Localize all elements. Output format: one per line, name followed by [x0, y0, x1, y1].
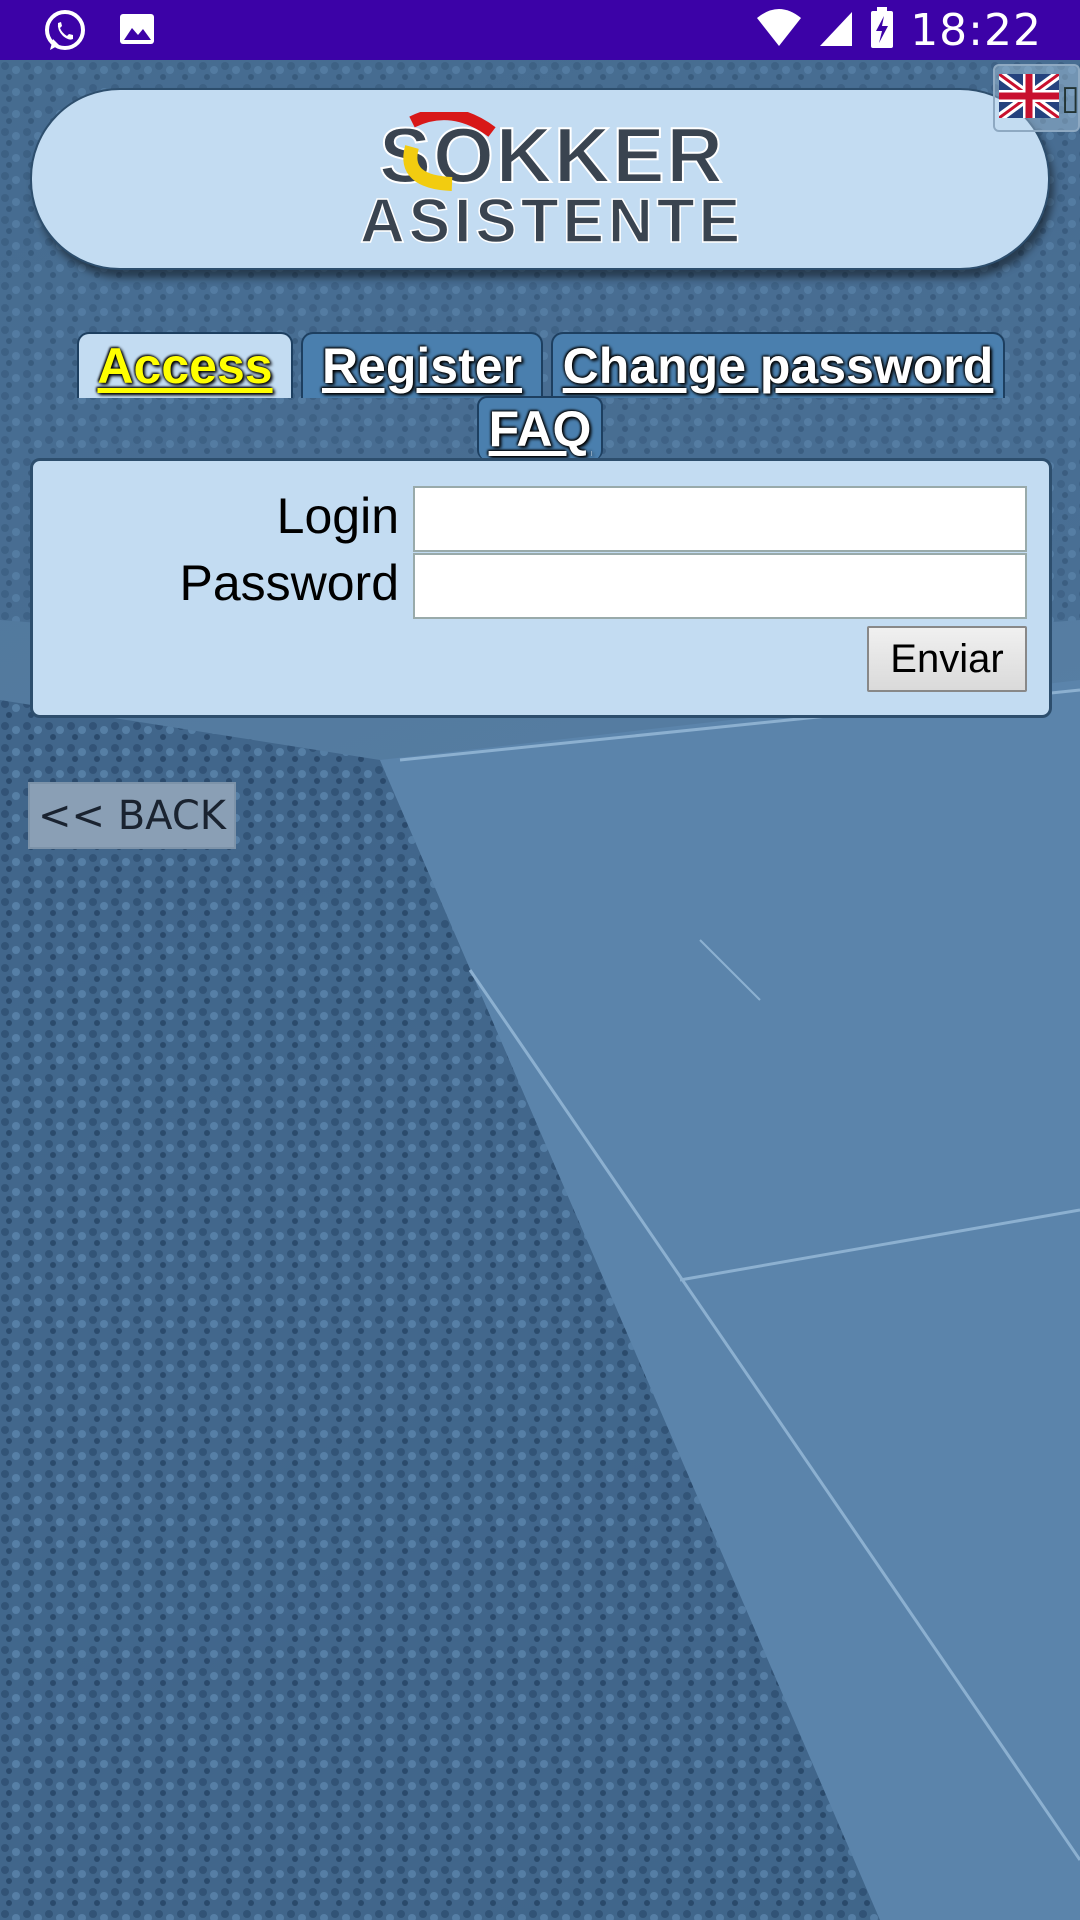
login-input[interactable] [413, 486, 1027, 552]
whatsapp-icon [42, 8, 88, 58]
tab-change-password[interactable]: Change password [551, 332, 1005, 398]
missing-glyph-icon: ▯ [1061, 78, 1080, 118]
status-bar: 18:22 [0, 0, 1080, 60]
clock: 18:22 [910, 4, 1042, 56]
app-header: SOKKER ASISTENTE [30, 88, 1050, 270]
wifi-icon [756, 8, 802, 52]
login-label: Login [276, 488, 399, 544]
uk-flag-icon [996, 70, 1062, 122]
sokker-asistente-logo: SOKKER ASISTENTE [359, 112, 744, 252]
password-label: Password [179, 555, 399, 611]
signal-icon [818, 8, 854, 52]
language-button[interactable]: ▯ [993, 64, 1080, 132]
tab-access[interactable]: Access [77, 332, 293, 398]
tab-faq[interactable]: FAQ [477, 396, 603, 460]
tab-register[interactable]: Register [301, 332, 543, 398]
submit-button[interactable]: Enviar [867, 626, 1027, 692]
battery-charging-icon [870, 7, 894, 53]
login-panel: Login Password Enviar [30, 458, 1052, 718]
image-icon [118, 8, 156, 58]
back-button[interactable]: << BACK [28, 782, 236, 849]
svg-text:ASISTENTE: ASISTENTE [360, 187, 744, 252]
password-input[interactable] [413, 553, 1027, 619]
